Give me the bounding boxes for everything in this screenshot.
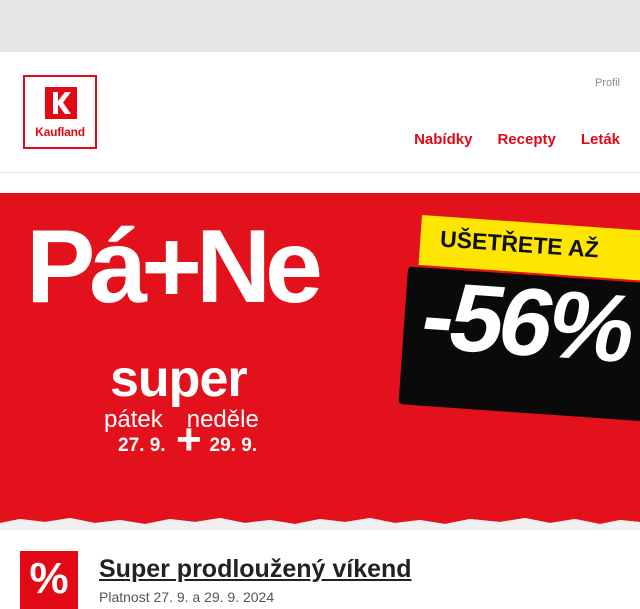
profile-link[interactable]: Profil bbox=[595, 77, 620, 89]
logo-text: Kaufland bbox=[35, 125, 85, 139]
offer-validity: Platnost 27. 9. a 29. 9. 2024 bbox=[99, 589, 275, 605]
nav-item-recepty[interactable]: Recepty bbox=[497, 131, 555, 148]
browser-top-bar bbox=[0, 0, 640, 52]
nav-item-nabidky[interactable]: Nabídky bbox=[414, 131, 472, 148]
main-nav: Nabídky Recepty Leták bbox=[414, 131, 620, 148]
date-start: 27. 9. bbox=[118, 435, 166, 456]
date-end: 29. 9. bbox=[209, 435, 258, 456]
banner-headline: Pá+Ne bbox=[26, 209, 323, 325]
torn-paper-edge bbox=[0, 500, 640, 530]
discount-value: -56% bbox=[412, 262, 640, 383]
site-header: Kaufland Profil Nabídky Recepty Leták bbox=[0, 52, 640, 173]
percent-icon: % bbox=[20, 551, 78, 609]
offer-title[interactable]: Super prodloužený víkend bbox=[99, 555, 412, 584]
kaufland-logo[interactable]: Kaufland bbox=[23, 75, 97, 149]
kaufland-k-icon bbox=[45, 87, 77, 119]
nav-item-letak[interactable]: Leták bbox=[581, 131, 620, 148]
promo-banner[interactable]: Pá+Ne super pátek neděle + 27. 9. 29. 9. U… bbox=[0, 193, 640, 518]
day-friday: pátek bbox=[104, 406, 163, 433]
banner-dates: 27. 9. 29. 9. bbox=[118, 436, 257, 455]
discount-badge: UŠETŘETE AŽ -56% bbox=[395, 213, 640, 422]
banner-subheadline: super bbox=[110, 350, 248, 408]
